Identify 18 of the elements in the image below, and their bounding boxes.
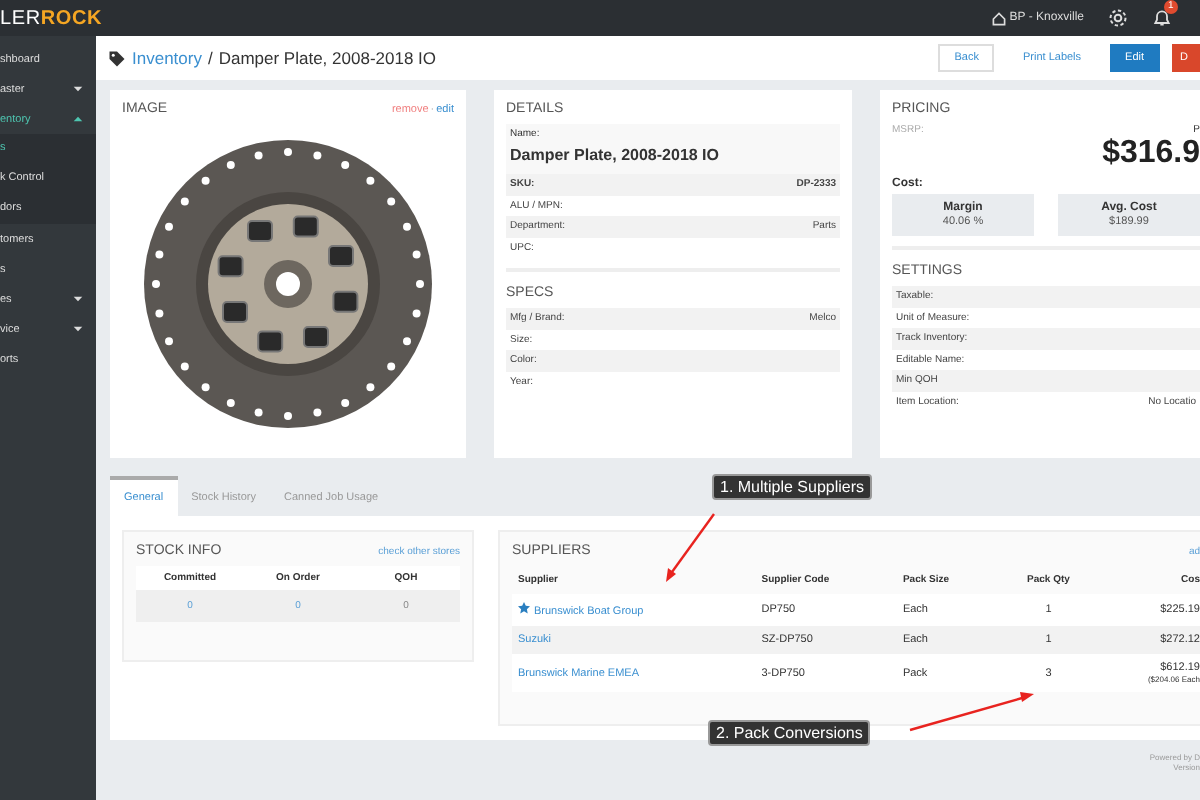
settings-icon[interactable]	[1108, 8, 1128, 28]
logo: LERROCK	[0, 7, 103, 29]
bell-icon[interactable]	[1152, 8, 1172, 28]
caret-icon	[72, 324, 84, 334]
breadcrumb-current: Damper Plate, 2008-2018 IO	[218, 48, 437, 68]
breadcrumb-separator: /	[207, 48, 213, 68]
caret-icon	[72, 84, 84, 94]
tag-icon	[108, 49, 126, 67]
annotation-arrow	[909, 692, 1034, 732]
annotation-arrow	[666, 513, 715, 582]
item-name: Damper Plate, 2008-2018 IO	[510, 146, 722, 164]
caret-icon	[72, 114, 84, 124]
price-value: $316.9	[1102, 136, 1200, 172]
annotation-label: 1. Multiple Suppliers	[712, 474, 873, 500]
breadcrumb-link[interactable]: Inventory	[132, 48, 202, 68]
home-icon	[991, 11, 1006, 25]
annotation-label: 2. Pack Conversions	[708, 720, 871, 746]
caret-icon	[72, 294, 84, 304]
